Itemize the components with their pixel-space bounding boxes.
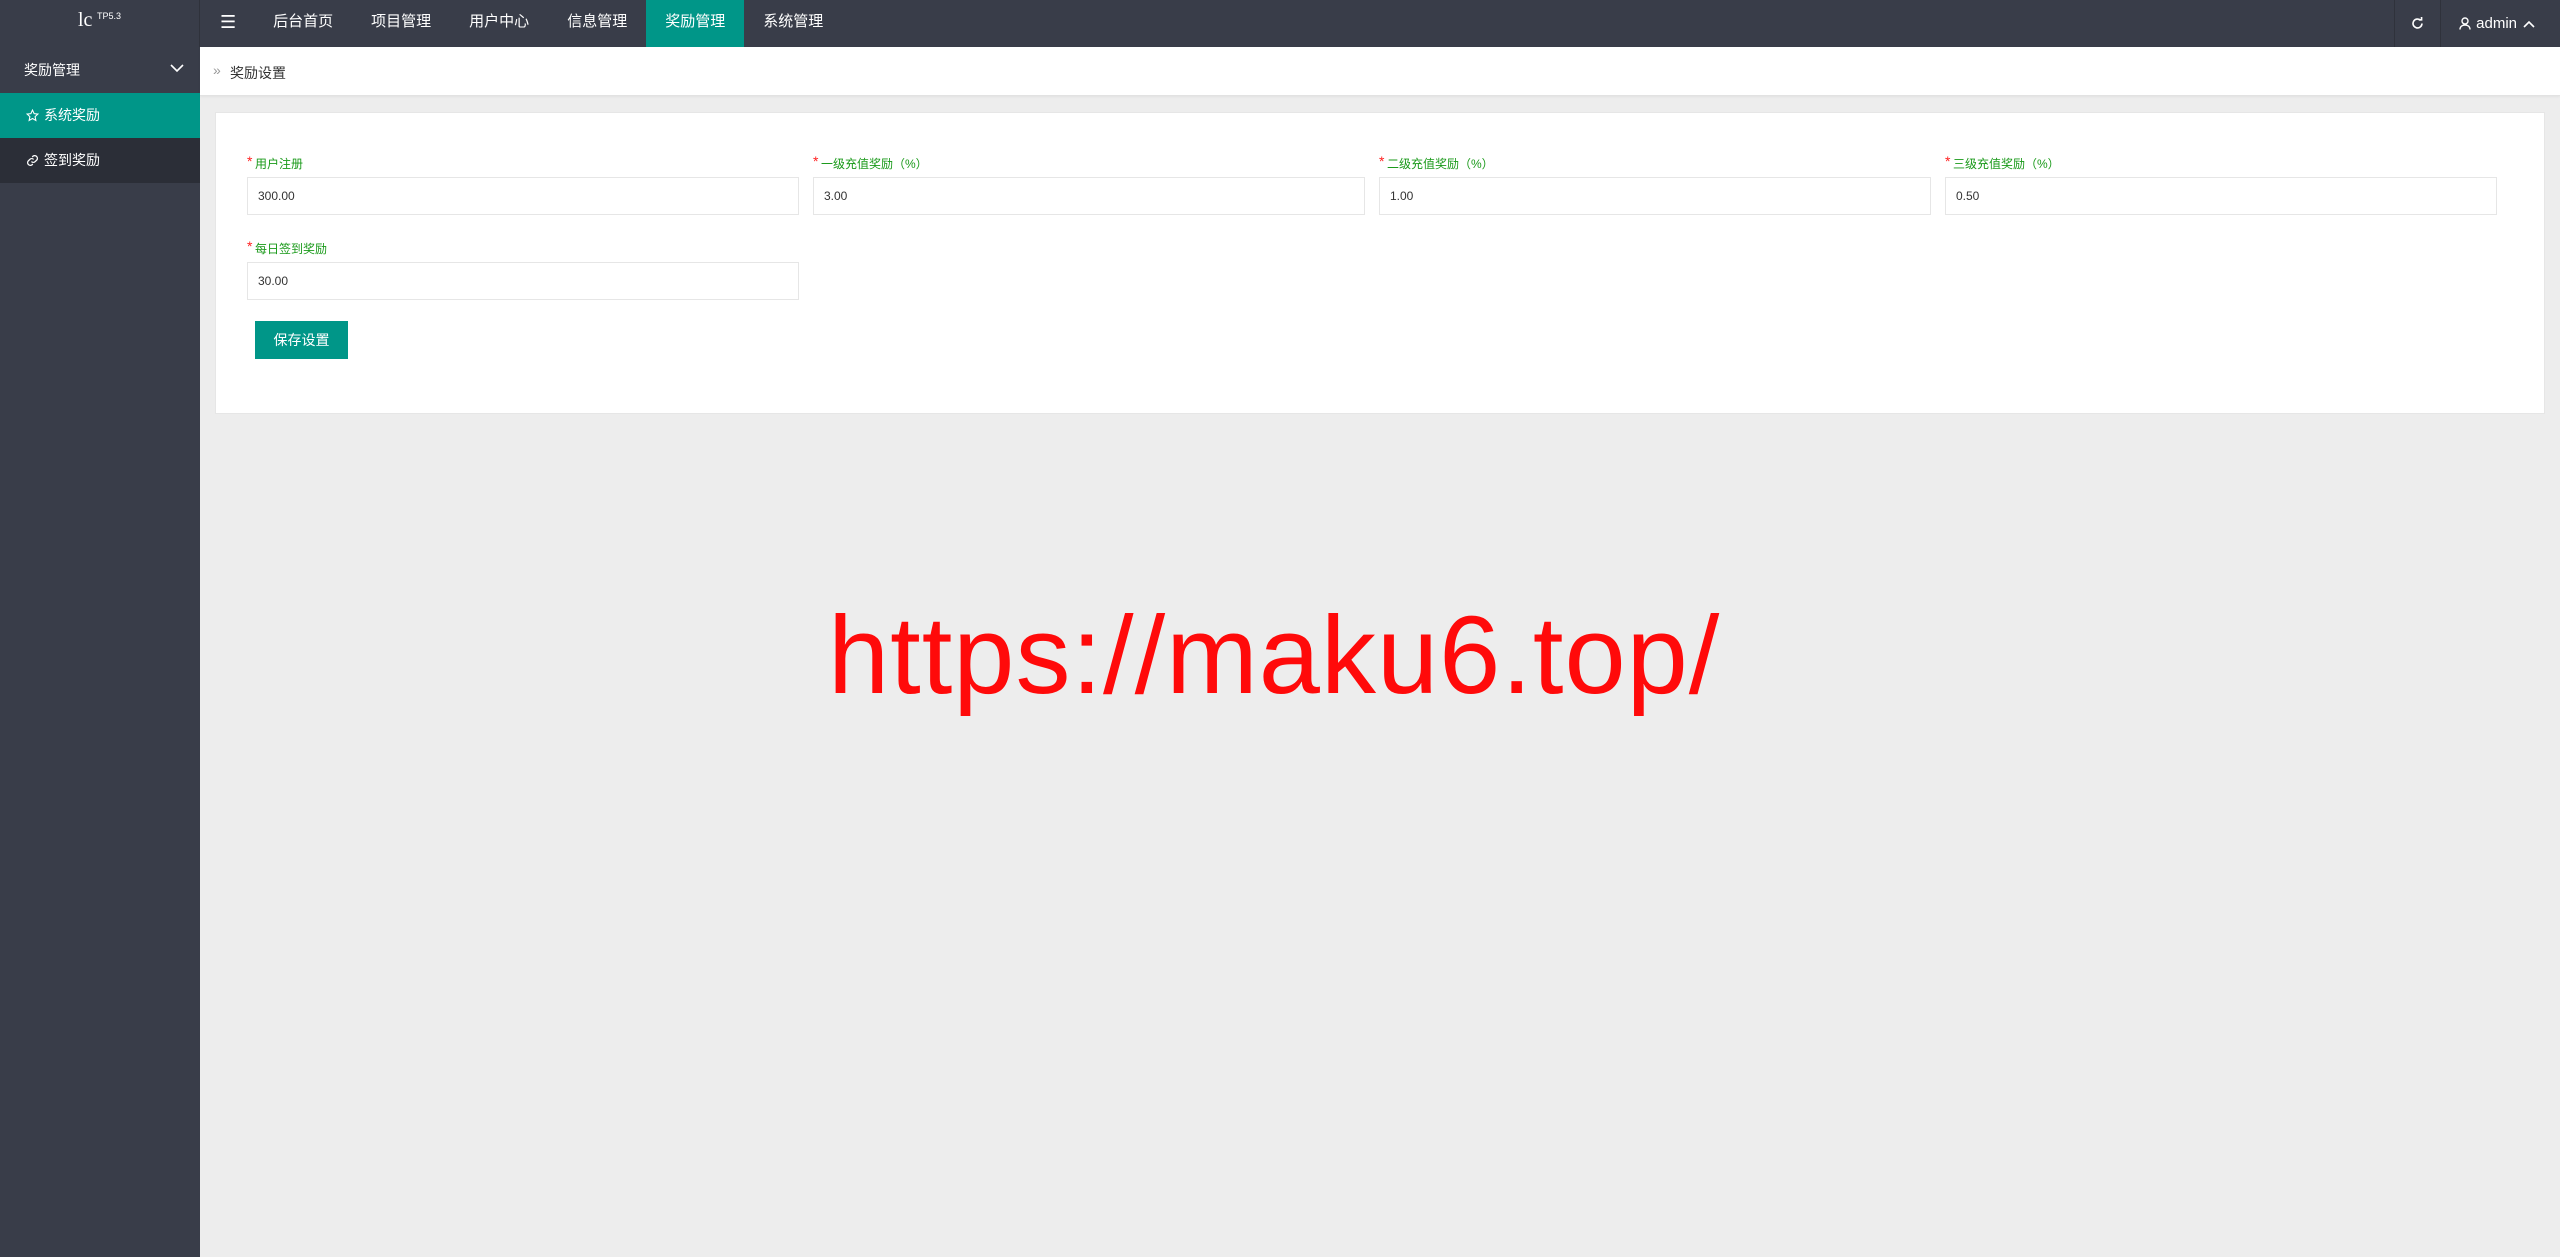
sidebar: 奖励管理 系统奖励 签到奖励: [0, 47, 200, 1257]
register-reward-input[interactable]: [247, 177, 799, 215]
reward-settings-form: *用户注册 *一级充值奖励（%） *二级充值奖励（%） *三级充值奖励（%） *…: [215, 112, 2545, 414]
top-nav: ☰ 后台首页 项目管理 用户中心 信息管理 奖励管理 系统管理: [200, 0, 842, 47]
daily-checkin-reward-input[interactable]: [247, 262, 799, 300]
user-menu-button[interactable]: admin: [2440, 0, 2560, 47]
level1-reward-input[interactable]: [813, 177, 1365, 215]
breadcrumb: » 奖励设置: [200, 47, 2560, 96]
field-label: * 一级充值奖励（%）: [813, 153, 928, 171]
field-label: * 二级充值奖励（%）: [1379, 153, 1494, 171]
level2-reward-input[interactable]: [1379, 177, 1931, 215]
sidebar-item-checkin-rewards[interactable]: 签到奖励: [0, 138, 200, 183]
level3-reward-input[interactable]: [1945, 177, 2497, 215]
logo-text: lc: [78, 9, 93, 31]
watermark-url: https://maku6.top/: [828, 594, 1721, 717]
sidebar-item-label: 签到奖励: [44, 152, 100, 168]
logo[interactable]: lc TP5.3: [0, 0, 200, 47]
sidebar-item-label: 系统奖励: [44, 107, 100, 123]
required-mark: *: [1945, 153, 1951, 169]
required-mark: *: [813, 153, 819, 169]
nav-item-dashboard[interactable]: 后台首页: [254, 0, 352, 47]
sidebar-group-label: 奖励管理: [24, 62, 80, 78]
logo-version: TP5.3: [97, 11, 122, 21]
field-register-reward: * 用户注册: [247, 153, 799, 215]
field-label: * 用户注册: [247, 153, 304, 171]
required-mark: *: [1379, 153, 1385, 169]
breadcrumb-current: 奖励设置: [230, 65, 286, 81]
field-level1-reward: * 一级充值奖励（%）: [813, 153, 1365, 215]
field-label: * 三级充值奖励（%）: [1945, 153, 2060, 171]
user-name: admin: [2476, 15, 2517, 32]
field-label: * 每日签到奖励: [247, 238, 328, 256]
top-right-tools: admin: [2394, 0, 2560, 47]
menu-icon: ☰: [220, 12, 237, 32]
field-level2-reward: * 二级充值奖励（%）: [1379, 153, 1931, 215]
required-mark: *: [247, 153, 253, 169]
star-icon: [26, 109, 39, 122]
top-bar: lc TP5.3 ☰ 后台首页 项目管理 用户中心 信息管理 奖励管理 系统管理…: [0, 0, 2560, 47]
breadcrumb-separator: »: [213, 62, 221, 78]
field-level3-reward: * 三级充值奖励（%）: [1945, 153, 2497, 215]
nav-item-projects[interactable]: 项目管理: [352, 0, 450, 47]
chevron-down-icon: [170, 64, 184, 73]
user-icon: [2459, 17, 2471, 30]
refresh-button[interactable]: [2394, 0, 2440, 47]
field-daily-checkin-reward: * 每日签到奖励: [247, 238, 799, 300]
menu-toggle-button[interactable]: ☰: [200, 0, 254, 47]
sidebar-item-system-rewards[interactable]: 系统奖励: [0, 93, 200, 138]
nav-item-rewards[interactable]: 奖励管理: [646, 0, 745, 47]
sidebar-group-rewards[interactable]: 奖励管理: [0, 47, 200, 93]
required-mark: *: [247, 238, 253, 254]
nav-item-system[interactable]: 系统管理: [744, 0, 842, 47]
refresh-icon: [2412, 17, 2423, 29]
save-settings-button[interactable]: 保存设置: [255, 321, 348, 359]
nav-item-info[interactable]: 信息管理: [548, 0, 646, 47]
link-icon: [26, 154, 39, 167]
nav-item-users[interactable]: 用户中心: [450, 0, 548, 47]
chevron-up-icon: [2523, 20, 2535, 28]
